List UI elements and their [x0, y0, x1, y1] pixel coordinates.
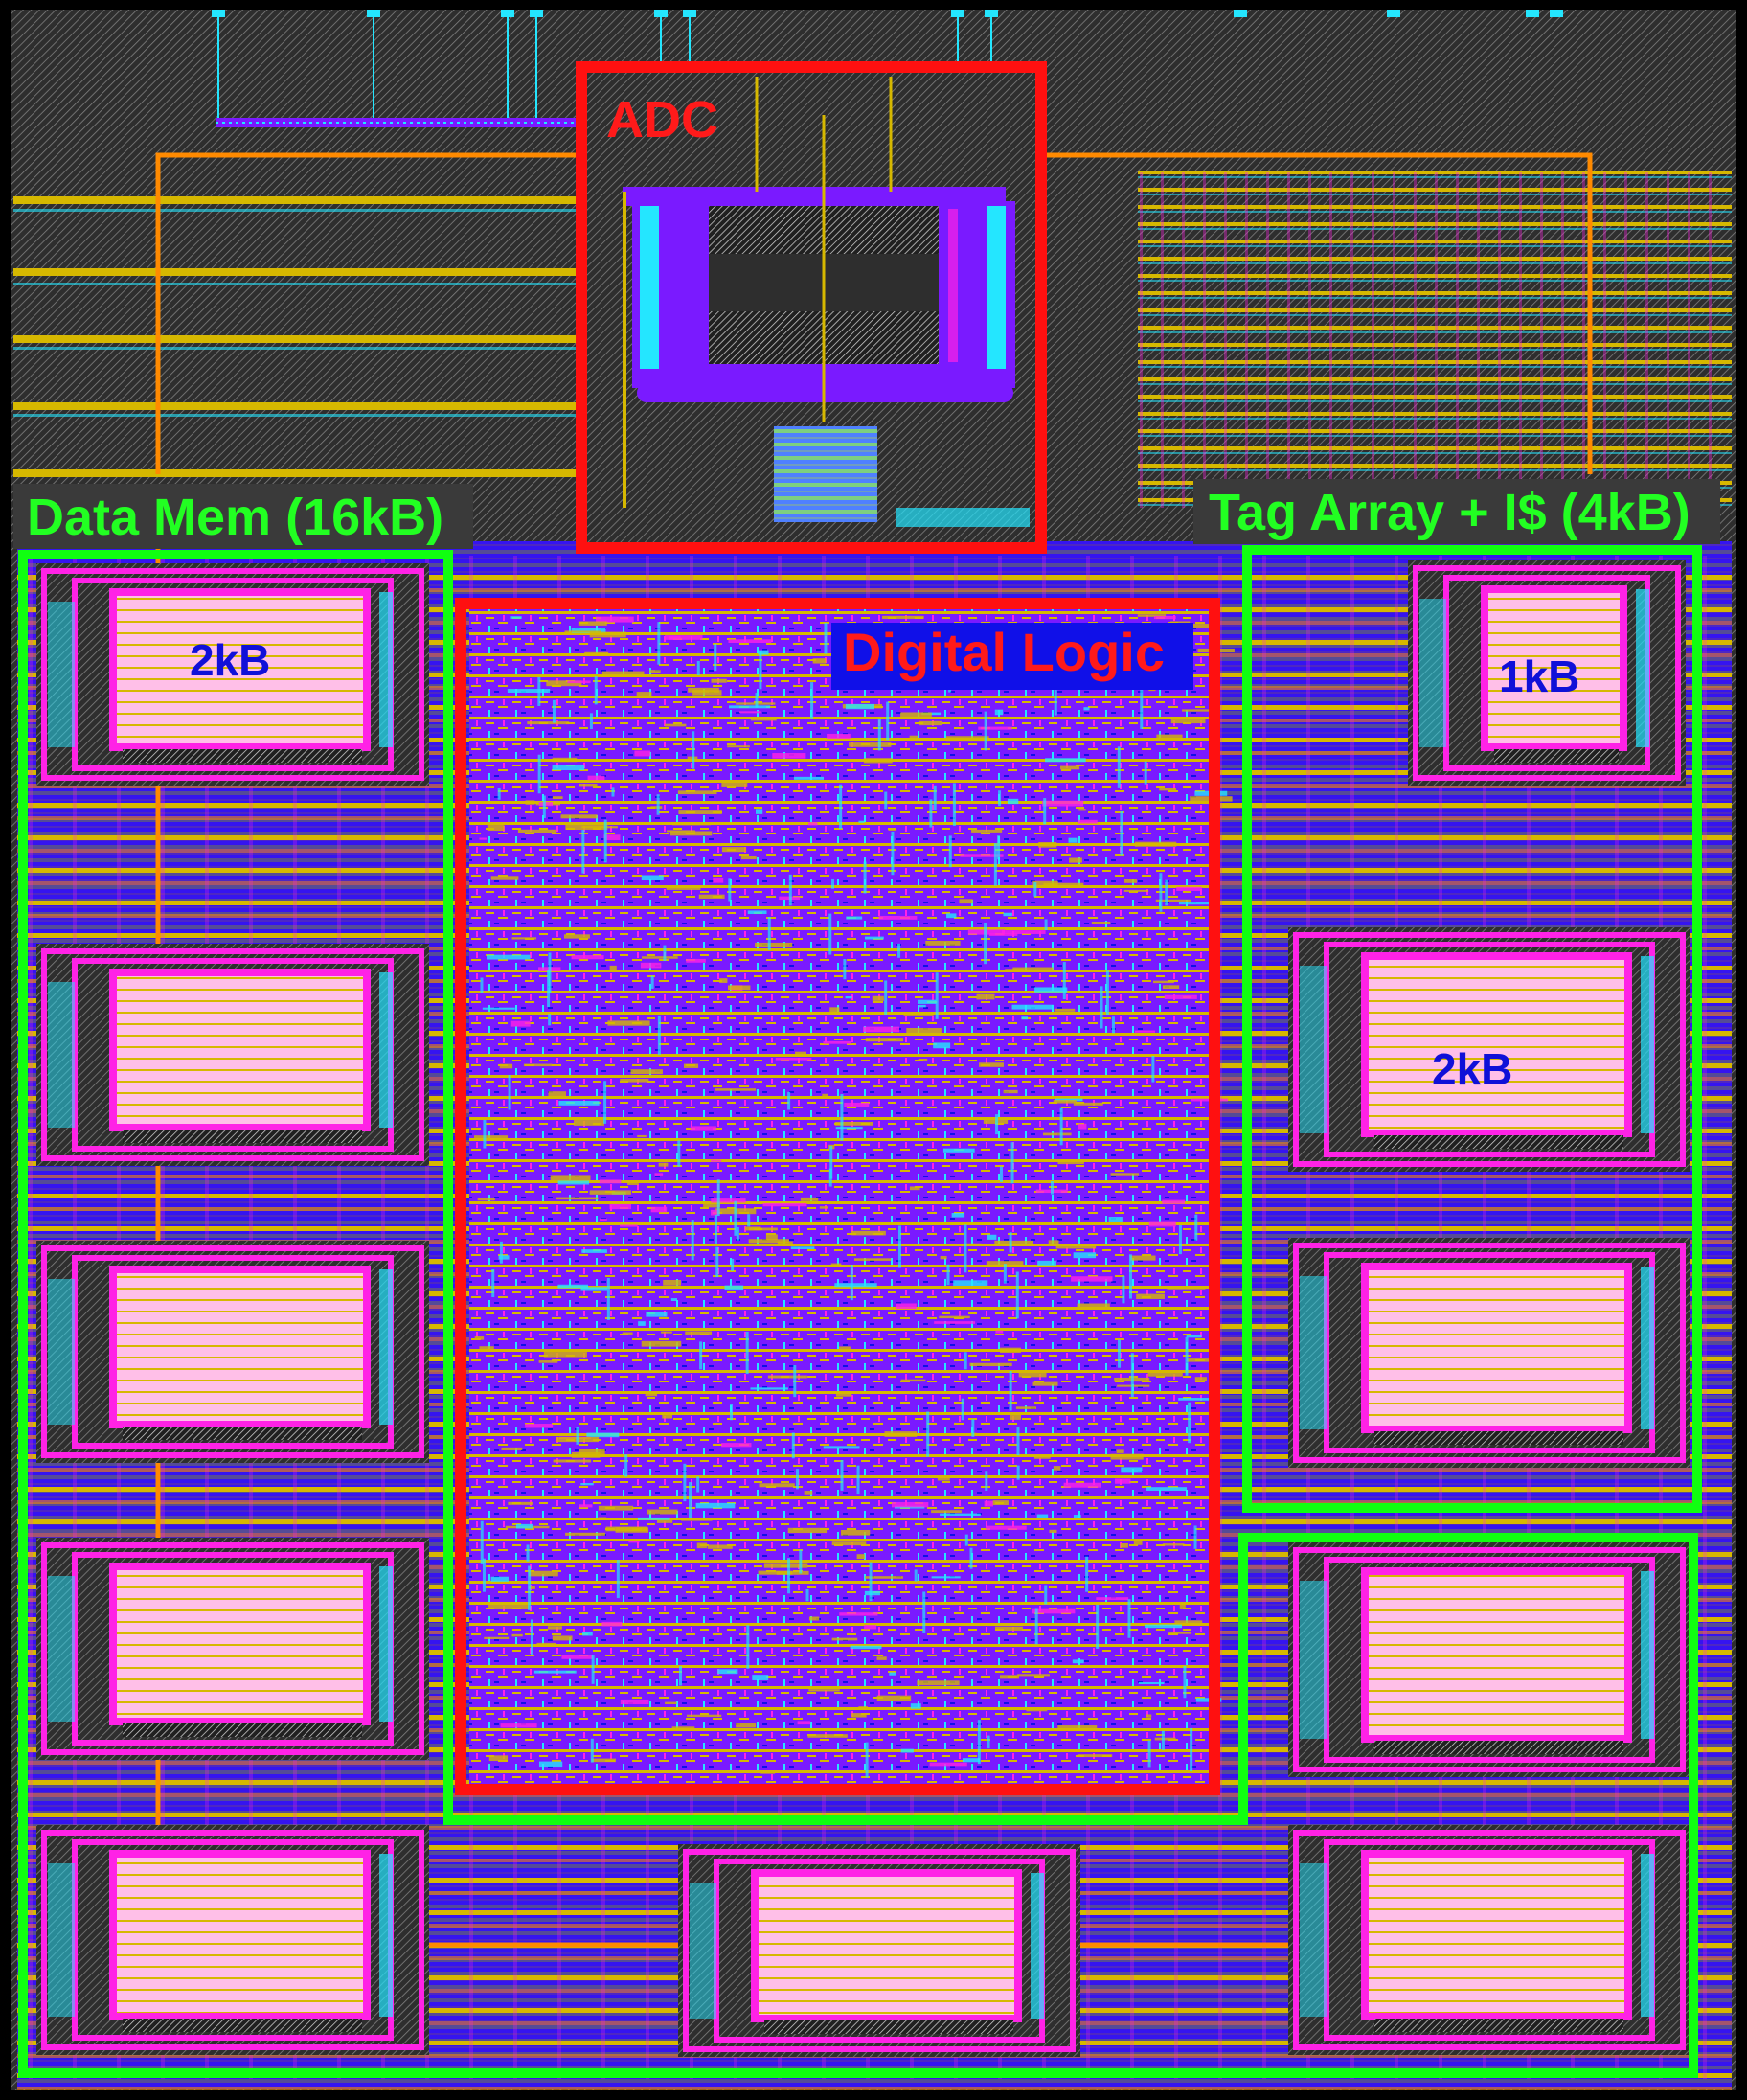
adc-label: ADC: [606, 91, 718, 148]
top-right-array: [1135, 163, 1735, 517]
digital-logic-cells: [469, 605, 1212, 1784]
mem-2kb-right-label: 2kB: [1432, 1044, 1512, 1094]
sram-macro: [36, 1538, 429, 1760]
digital-logic-label: Digital Logic: [843, 622, 1165, 682]
tag-array-label: Tag Array + I$ (4kB): [1209, 484, 1690, 541]
data-mem-label: Data Mem (16kB): [27, 489, 443, 546]
sram-macro: [36, 1241, 429, 1463]
sram-macro: [36, 1825, 429, 2055]
sram-macro: [1288, 1825, 1690, 2055]
mem-2kb-left-label: 2kB: [190, 635, 270, 685]
sram-macro: [36, 944, 429, 1166]
sram-macro: [1288, 1542, 1690, 1777]
sram-macro: [1288, 1238, 1690, 1468]
chip-layout: ADC Digital Logic Data Mem (16kB) Tag Ar…: [0, 0, 1747, 2100]
mem-1kb-right-label: 1kB: [1499, 651, 1579, 701]
sram-macro: [678, 1844, 1080, 2057]
